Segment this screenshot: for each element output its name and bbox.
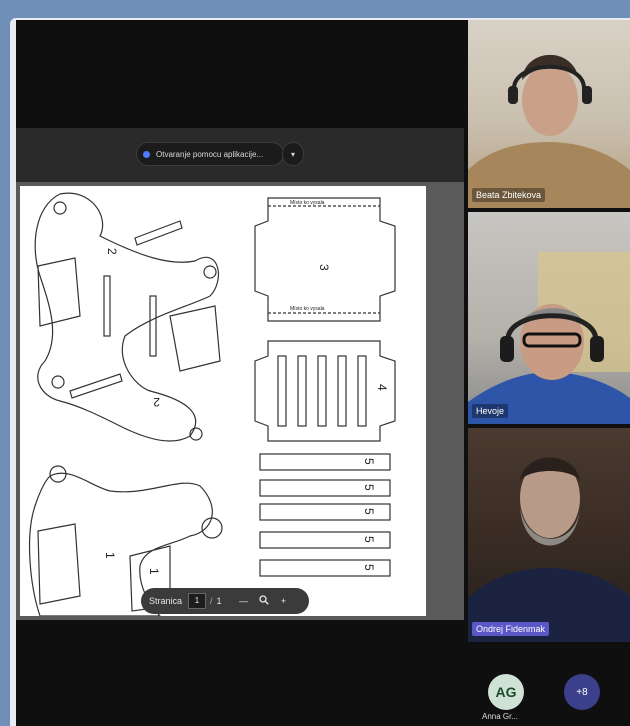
part-number: 5: [362, 508, 376, 515]
part-number: 1: [103, 552, 117, 559]
participant-avatar-name: Anna Gr...: [482, 712, 519, 721]
more-participants-button[interactable]: +8: [564, 674, 600, 710]
glue-label-top: Místo ko vysala: [290, 200, 325, 206]
pdf-page-toolbar: Stranica 1 / 1 — +: [141, 588, 309, 614]
participant-avatar[interactable]: AG: [488, 674, 524, 710]
shared-screen-bottom: [16, 620, 464, 726]
pdf-page: Místo ko vysala Místo ko vysala 2 2 3 4 …: [20, 186, 426, 616]
participant-name: Ondrej Fidenmak: [472, 622, 550, 636]
page-number-input[interactable]: 1: [188, 593, 207, 609]
part-number: 1: [147, 568, 161, 575]
participant-avatars: AG Anna Gr... +8: [468, 642, 630, 726]
shared-screen-top: [16, 20, 464, 128]
participant-tile[interactable]: Ondrej Fidenmak: [468, 428, 630, 642]
zoom-in-button[interactable]: +: [276, 596, 292, 606]
part-number: 5: [362, 536, 376, 543]
pdf-viewer[interactable]: Místo ko vysala Místo ko vysala 2 2 3 4 …: [16, 182, 464, 620]
part-number: 5: [362, 484, 376, 491]
participant-name: Beata Zbitekova: [472, 188, 546, 202]
open-with-app-label: Otvaranje pomocu aplikacije...: [156, 149, 264, 159]
page-label: Stranica: [149, 596, 183, 606]
zoom-out-button[interactable]: —: [236, 596, 252, 606]
participant-tile[interactable]: Beata Zbitekova: [468, 20, 630, 208]
magnifier-icon[interactable]: [256, 595, 272, 607]
chevron-down-icon[interactable]: ▾: [282, 142, 304, 166]
part-number: 2: [153, 395, 160, 409]
participant-video: [468, 54, 630, 208]
participant-name: Hevoje: [472, 404, 509, 418]
part-number: 5: [362, 458, 376, 465]
part-number: 3: [317, 264, 331, 271]
page-separator: /: [210, 596, 213, 606]
part-number: 5: [362, 564, 376, 571]
part-number: 4: [375, 384, 389, 391]
glue-label-bottom: Místo ko vysala: [290, 306, 325, 312]
meeting-window: Otvaranje pomocu aplikacije... ▾ Místo k…: [16, 20, 630, 726]
participant-tile[interactable]: Hevoje: [468, 212, 630, 424]
total-pages: 1: [216, 596, 222, 606]
app-icon: [143, 150, 150, 158]
part-number: 2: [105, 248, 119, 255]
participant-video: [468, 457, 630, 642]
shared-screen-toolbar: Otvaranje pomocu aplikacije... ▾: [16, 128, 464, 182]
open-with-app-button[interactable]: Otvaranje pomocu aplikacije...: [136, 142, 284, 166]
cut-template-drawing: Místo ko vysala Místo ko vysala 2 2 3 4 …: [28, 192, 396, 616]
participant-video: [468, 252, 630, 424]
